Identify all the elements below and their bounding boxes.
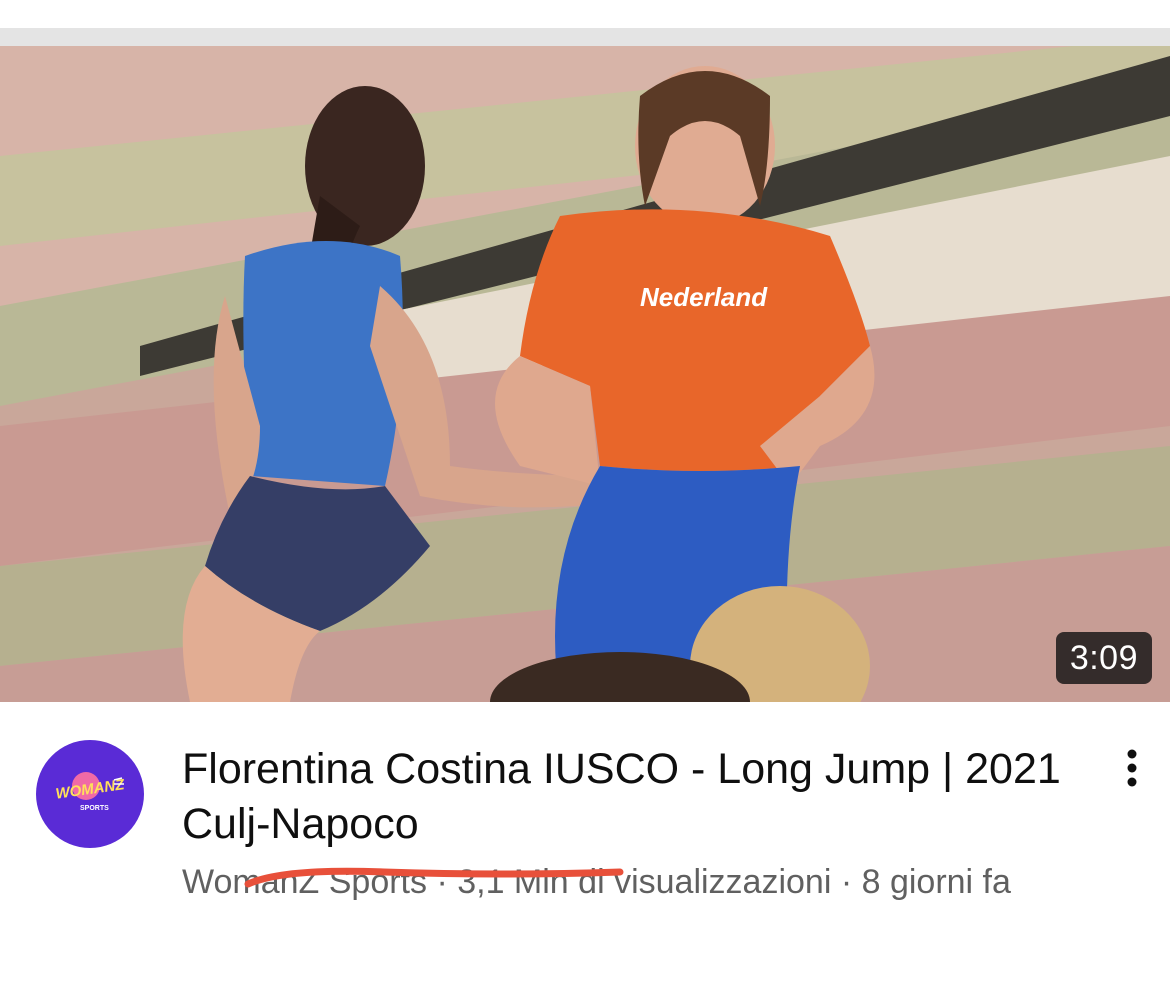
shirt-text: Nederland <box>640 282 768 312</box>
video-thumbnail[interactable]: Nederland 3:09 <box>0 46 1170 702</box>
video-meta: WomanZ Sports · 3,1 Mln di visualizzazio… <box>182 863 1011 901</box>
thumbnail-illustration: Nederland <box>0 46 1170 702</box>
womanz-logo-icon: WOMANZ SPORTS <box>55 772 126 812</box>
more-vert-icon[interactable] <box>1112 748 1152 788</box>
svg-text:SPORTS: SPORTS <box>80 805 109 812</box>
channel-avatar[interactable]: WOMANZ SPORTS <box>36 740 144 848</box>
video-card-page: Nederland 3:09 WOMANZ SPORTS Florentina … <box>0 0 1170 996</box>
video-title[interactable]: Florentina Costina IUSCO - Long Jump | 2… <box>182 742 1062 852</box>
duration-badge: 3:09 <box>1055 632 1152 684</box>
top-divider <box>0 28 1170 46</box>
